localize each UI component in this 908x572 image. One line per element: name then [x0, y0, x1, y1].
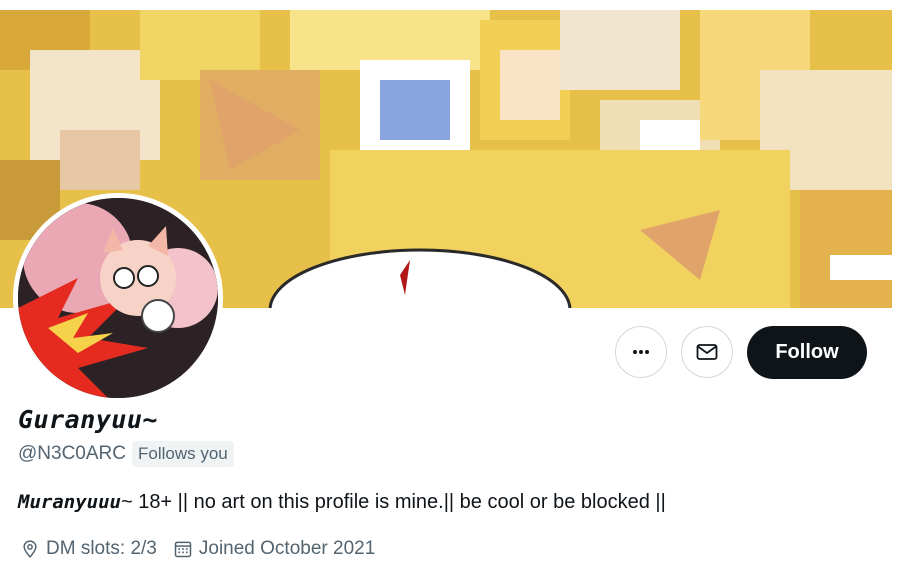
- calendar-icon: [174, 541, 192, 558]
- more-horizontal-icon: [633, 350, 649, 354]
- location-text: DM slots: 2/3: [46, 538, 157, 559]
- location-item: DM slots: 2/3: [20, 538, 157, 560]
- handle-row: @N3C0ARC Follows you: [18, 441, 234, 467]
- profile-bio: Muranyuuu~ 18+ || no art on this profile…: [18, 491, 666, 514]
- message-button[interactable]: [681, 326, 733, 378]
- bio-name: Muranyuuu: [18, 491, 121, 513]
- avatar[interactable]: [13, 193, 223, 403]
- profile-meta: DM slots: 2/3 Joined October 2021: [20, 538, 391, 560]
- user-handle: @N3C0ARC: [18, 443, 126, 464]
- follows-you-badge: Follows you: [131, 441, 234, 467]
- display-name: Guranyuu~: [18, 405, 158, 434]
- more-options-button[interactable]: [615, 326, 667, 378]
- envelope-icon: [696, 344, 718, 360]
- follow-button[interactable]: Follow: [747, 326, 867, 379]
- bio-text: ~ 18+ || no art on this profile is mine.…: [120, 491, 666, 513]
- profile-page: Follow Guranyuu~ @N3C0ARC Follows you Mu…: [0, 0, 908, 572]
- joined-item: Joined October 2021: [173, 538, 375, 560]
- avatar-image: [18, 198, 218, 398]
- joined-text: Joined October 2021: [198, 538, 376, 559]
- location-pin-icon: [23, 540, 37, 559]
